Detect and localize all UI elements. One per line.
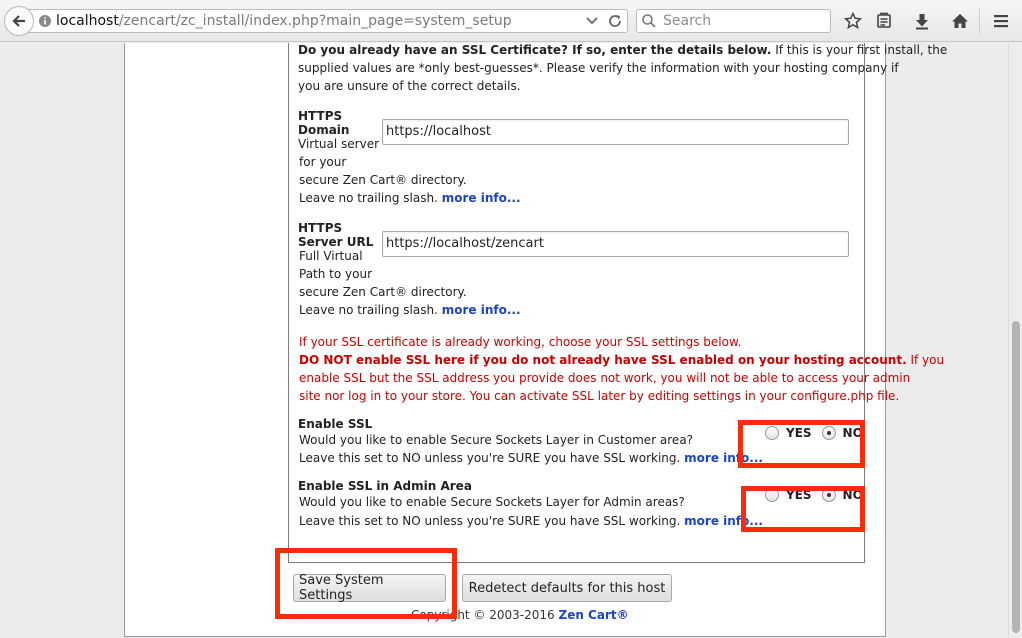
https-server-desc-2: Path to your <box>299 267 373 281</box>
back-button[interactable] <box>4 6 34 36</box>
https-server-desc-4: Leave no trailing slash. more info... <box>299 301 521 319</box>
https-domain-more-info-link[interactable]: more info... <box>442 191 521 205</box>
https-domain-desc-4-text: Leave no trailing slash. <box>299 191 442 205</box>
ssl-settings-fieldset: Do you already have an SSL Certificate? … <box>288 43 947 563</box>
https-domain-desc-3: secure Zen Cart® directory. <box>299 173 467 187</box>
ssl-intro-line1: Do you already have an SSL Certificate? … <box>298 43 947 59</box>
ssl-intro-heading: Do you already have an SSL Certificate? … <box>298 43 772 57</box>
ssl-intro-line1-rest: If this is your first install, the <box>771 43 948 57</box>
https-server-label-1: HTTPS <box>298 221 343 235</box>
search-icon <box>642 14 656 28</box>
search-input[interactable]: Search <box>636 9 831 33</box>
https-server-more-info-link[interactable]: more info... <box>442 303 521 317</box>
enable-ssl-admin-desc-1: Would you like to enable Secure Sockets … <box>299 495 685 509</box>
ssl-warning-line2: DO NOT enable SSL here if you do not alr… <box>299 351 944 369</box>
scrollbar-thumb[interactable] <box>1012 321 1020 633</box>
reading-list-icon[interactable] <box>874 11 894 31</box>
ssl-warning-line2-rest: If you <box>906 353 945 367</box>
menu-hamburger-icon[interactable] <box>991 11 1011 31</box>
bookmark-star-icon[interactable] <box>843 11 863 31</box>
ssl-warning-line1: If your SSL certificate is already worki… <box>299 335 742 349</box>
https-domain-desc-1: Virtual server <box>298 137 380 151</box>
ssl-warning-line4: site nor log in to your store. You can a… <box>299 389 900 403</box>
toolbar-divider <box>979 8 980 34</box>
redetect-defaults-button[interactable]: Redetect defaults for this host <box>462 574 672 602</box>
https-server-desc-4-text: Leave no trailing slash. <box>299 303 442 317</box>
https-domain-input[interactable]: https://localhost <box>382 119 849 145</box>
ssl-intro-line2: supplied values are *only best-guesses*.… <box>298 61 899 75</box>
zen-cart-link[interactable]: Zen Cart® <box>559 608 629 622</box>
enable-ssl-highlight-box <box>738 420 865 468</box>
enable-ssl-admin-desc-2-text: Leave this set to NO unless you're SURE … <box>299 514 685 528</box>
ssl-warning-line3: enable SSL but the SSL address you provi… <box>299 371 911 385</box>
enable-ssl-desc-1: Would you like to enable Secure Sockets … <box>299 433 694 447</box>
enable-ssl-desc-2: Leave this set to NO unless you're SURE … <box>299 449 763 467</box>
home-icon[interactable] <box>950 11 970 31</box>
https-server-desc-3: secure Zen Cart® directory. <box>299 285 467 299</box>
ssl-warning-bold: DO NOT enable SSL here if you do not alr… <box>299 353 907 367</box>
ssl-intro-line3: you are unsure of the correct details. <box>298 79 521 93</box>
url-path: /zencart/zc_install/index.php?main_page=… <box>118 13 512 29</box>
https-server-url-input[interactable]: https://localhost/zencart <box>382 231 849 257</box>
reload-icon[interactable] <box>607 13 623 33</box>
save-button-highlight-box <box>275 548 457 619</box>
download-icon[interactable] <box>912 11 932 31</box>
page-info-icon[interactable] <box>38 14 52 28</box>
page-viewport: Do you already have an SSL Certificate? … <box>0 43 1008 638</box>
https-domain-label-1: HTTPS <box>298 109 343 123</box>
https-server-desc-1: Full Virtual <box>299 249 363 263</box>
enable-ssl-admin-highlight-box <box>741 486 865 532</box>
https-domain-desc-2: for your <box>299 155 347 169</box>
search-placeholder: Search <box>663 13 712 29</box>
url-bar[interactable]: localhost/zencart/zc_install/index.php?m… <box>22 9 628 33</box>
enable-ssl-desc-2-text: Leave this set to NO unless you're SURE … <box>299 451 685 465</box>
page-scrollbar[interactable] <box>1008 43 1022 638</box>
back-arrow-icon <box>12 15 25 27</box>
url-host: localhost <box>56 13 119 29</box>
enable-ssl-admin-desc-2: Leave this set to NO unless you're SURE … <box>299 512 763 530</box>
https-domain-desc-4: Leave no trailing slash. more info... <box>299 189 521 207</box>
dropdown-history-icon[interactable] <box>585 13 599 33</box>
browser-toolbar: localhost/zencart/zc_install/index.php?m… <box>0 0 1022 42</box>
